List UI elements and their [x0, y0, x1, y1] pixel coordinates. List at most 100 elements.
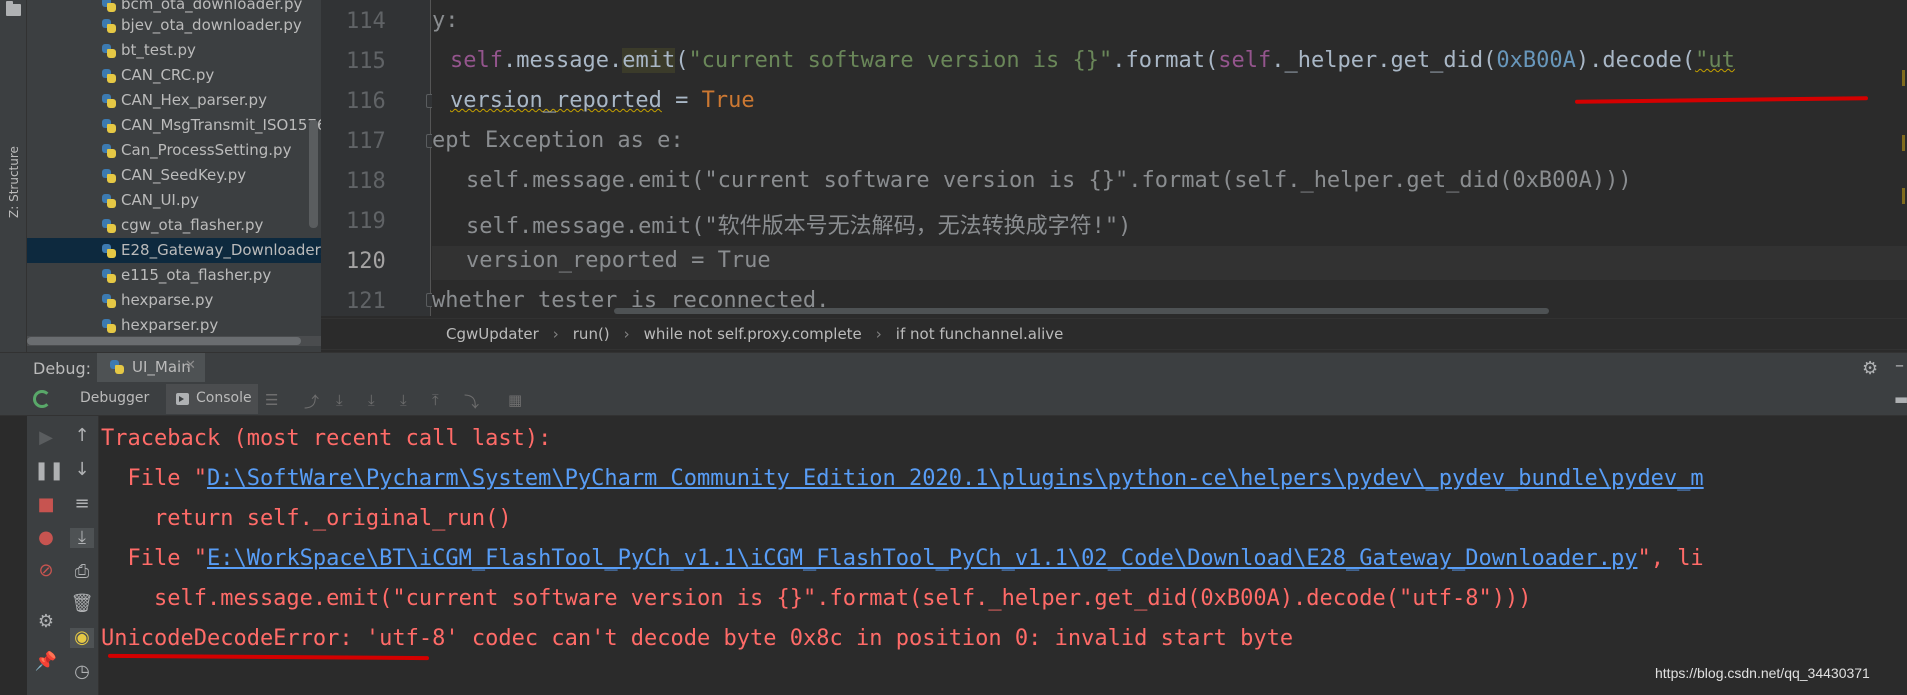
- rerun-icon[interactable]: [33, 390, 51, 408]
- breadcrumb-item[interactable]: run(): [573, 325, 610, 343]
- pin-icon[interactable]: 📌: [34, 652, 58, 672]
- line-number: 118: [346, 169, 386, 194]
- code-editor[interactable]: y: self.message.emit("current software v…: [432, 0, 1907, 316]
- line-number: 121: [346, 289, 386, 314]
- line-number: 115: [346, 49, 386, 74]
- stop-icon[interactable]: ■: [34, 495, 58, 515]
- project-vertical-scrollbar[interactable]: [309, 120, 318, 228]
- minimize-icon[interactable]: –: [1895, 355, 1904, 376]
- show-execution-point-icon[interactable]: ⤴: [304, 391, 319, 412]
- breadcrumb-item[interactable]: while not self.proxy.complete: [644, 325, 862, 343]
- step-over-icon[interactable]: ⤓: [336, 391, 343, 409]
- tab-console-label: Console: [196, 390, 252, 406]
- python-file-icon: [101, 18, 117, 34]
- resume-icon[interactable]: ▶: [34, 428, 58, 448]
- step-into-my-code-icon[interactable]: ⤓: [400, 391, 407, 409]
- arrow-up-icon[interactable]: ↑: [70, 426, 94, 446]
- run-to-cursor-icon[interactable]: ⤵: [464, 391, 479, 412]
- traceback-code-line: return self._original_run(): [101, 506, 512, 531]
- error-stripe-mark[interactable]: [1902, 70, 1905, 86]
- settings-icon[interactable]: ⚙: [34, 612, 58, 632]
- console-output[interactable]: Traceback (most recent call last): File …: [99, 416, 1907, 695]
- file-item[interactable]: CAN_Hex_parser.py: [27, 88, 321, 113]
- layout-icon[interactable]: ▬: [1894, 390, 1907, 408]
- editor-horizontal-scrollbar[interactable]: [432, 307, 1907, 315]
- file-item[interactable]: CAN_UI.py: [27, 188, 321, 213]
- breadcrumb-item[interactable]: if not funchannel.alive: [896, 325, 1064, 343]
- file-item[interactable]: bjev_ota_downloader.py: [27, 13, 321, 38]
- python-file-icon: [101, 268, 117, 284]
- file-item[interactable]: hexparse.py: [27, 288, 321, 313]
- file-link[interactable]: D:\SoftWare\Pycharm\System\PyCharm Commu…: [207, 466, 1704, 491]
- debug-tab-label: UI_Main: [132, 358, 191, 376]
- history-icon[interactable]: ◷: [70, 662, 94, 682]
- error-message: UnicodeDecodeError: 'utf-8' codec can't …: [101, 626, 1294, 651]
- python-file-icon: [101, 68, 117, 84]
- file-link[interactable]: E:\WorkSpace\BT\iCGM_FlashTool_PyCh_v1.1…: [207, 546, 1637, 571]
- line-number: 117: [346, 129, 386, 154]
- mute-breakpoints-icon[interactable]: ⊘: [34, 561, 58, 581]
- gear-icon[interactable]: ⚙: [1862, 358, 1878, 379]
- structure-label: Z: Structure: [7, 146, 21, 218]
- scroll-to-end-icon[interactable]: ⤓: [70, 528, 94, 548]
- print-icon[interactable]: ⎙: [70, 562, 94, 582]
- code-line: ept Exception as e:: [432, 128, 684, 153]
- close-icon[interactable]: ✕: [185, 358, 196, 373]
- python-file-icon: [101, 93, 117, 109]
- soft-wrap-icon[interactable]: ≡: [70, 494, 94, 514]
- code-line: y:: [432, 8, 459, 33]
- line-number: 119: [346, 209, 386, 234]
- project-panel: bcm_ota_downloader.py bjev_ota_downloade…: [27, 0, 321, 352]
- python-file-icon: [101, 193, 117, 209]
- code-line: version_reported = True: [466, 248, 771, 273]
- file-item[interactable]: CAN_MsgTransmit_ISO1576: [27, 113, 321, 138]
- breadcrumb-separator: ›: [875, 325, 882, 343]
- traceback-file-line: File "D:\SoftWare\Pycharm\System\PyCharm…: [101, 466, 1704, 491]
- list-icon[interactable]: ☰: [265, 391, 278, 409]
- file-item[interactable]: CAN_SeedKey.py: [27, 163, 321, 188]
- evaluate-expression-icon[interactable]: ▦: [508, 391, 522, 409]
- structure-tool-button[interactable]: Z: Structure: [3, 118, 23, 218]
- debug-toolbar: Debugger Console ☰ ⤴ ⤓ ⤓ ⤓ ⤒ ⤵ ▦ ▬: [0, 382, 1907, 416]
- file-item[interactable]: cgw_ota_flasher.py: [27, 213, 321, 238]
- breadcrumb-separator: ›: [552, 325, 559, 343]
- traceback-code-line: self.message.emit("current software vers…: [101, 586, 1532, 611]
- pause-icon[interactable]: ❚❚: [34, 461, 64, 481]
- file-item[interactable]: Can_ProcessSetting.py: [27, 138, 321, 163]
- project-folder-icon[interactable]: [6, 1, 21, 16]
- debug-title: Debug:: [33, 359, 92, 378]
- code-line: self.message.emit("current software vers…: [466, 168, 1632, 193]
- debug-tab-ui-main[interactable]: UI_Main ✕: [97, 353, 205, 383]
- annotation-underline: [1574, 96, 1869, 104]
- error-stripe-mark[interactable]: [1902, 188, 1905, 204]
- step-into-icon[interactable]: ⤓: [368, 391, 375, 409]
- breadcrumb-item[interactable]: CgwUpdater: [446, 325, 539, 343]
- breadcrumb: CgwUpdater › run() › while not self.prox…: [321, 318, 1907, 350]
- file-item[interactable]: e115_ota_flasher.py: [27, 263, 321, 288]
- project-horizontal-scrollbar[interactable]: [27, 336, 321, 346]
- python-console-icon[interactable]: ◉: [70, 628, 94, 648]
- line-number: 116: [346, 89, 386, 114]
- code-line: version_reported = True: [450, 88, 755, 113]
- file-item[interactable]: hexparser.py: [27, 313, 321, 338]
- file-item[interactable]: bt_test.py: [27, 38, 321, 63]
- console-side-toolbar: ↑ ↓ ≡ ⤓ ⎙ 🗑 ◉ ◷: [65, 416, 99, 695]
- python-file-icon: [101, 43, 117, 59]
- traceback-header: Traceback (most recent call last):: [101, 426, 552, 451]
- code-line: self.message.emit("软件版本号无法解码，无法转换成字符!"): [466, 214, 1132, 239]
- clear-all-icon[interactable]: 🗑: [70, 594, 94, 614]
- python-file-icon: [101, 243, 117, 259]
- file-item[interactable]: CAN_CRC.py: [27, 63, 321, 88]
- python-file-icon: [101, 118, 117, 134]
- tab-debugger[interactable]: Debugger: [80, 390, 149, 406]
- step-out-icon[interactable]: ⤒: [432, 391, 439, 409]
- breadcrumb-separator: ›: [623, 325, 630, 343]
- console-icon: [176, 393, 189, 405]
- view-breakpoints-icon[interactable]: ●: [34, 528, 58, 548]
- python-run-icon: [109, 359, 125, 375]
- file-item-selected[interactable]: E28_Gateway_Downloader.p: [27, 238, 321, 263]
- arrow-down-icon[interactable]: ↓: [70, 460, 94, 480]
- watermark: https://blog.csdn.net/qq_34430371: [1655, 665, 1870, 681]
- error-stripe-mark[interactable]: [1902, 135, 1905, 151]
- line-number: 114: [346, 9, 386, 34]
